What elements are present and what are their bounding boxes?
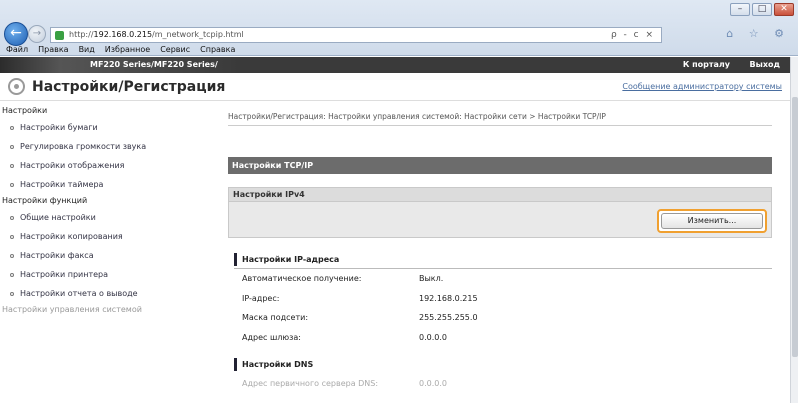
breadcrumb: Настройки/Регистрация: Настройки управле… [228,112,606,121]
address-path: /m_network_tcpip.html [152,30,244,39]
ipv4-title: Настройки IPv4 [229,188,771,202]
scrollbar-thumb[interactable] [792,97,798,357]
edit-button-highlight: Изменить... [657,209,767,233]
back-button[interactable]: ← [4,22,28,46]
menu-edit[interactable]: Правка [38,45,68,54]
browser-toolbar-icons[interactable]: ⌂ ☆ ⚙ [726,27,790,40]
menu-favorites[interactable]: Избранное [105,45,150,54]
sidebar-item-fax[interactable]: Настройки факса [0,246,218,265]
dns-settings-title: Настройки DNS [234,358,772,371]
sidebar: Настройки Настройки бумаги Регулировка г… [0,102,218,403]
sidebar-item-label: Настройки бумаги [20,123,98,132]
section-title: Настройки TCP/IP [228,157,772,174]
setting-value: Выкл. [419,274,444,283]
browser-chrome: – □ ✕ ← → http://192.168.0.215/m_network… [0,0,798,56]
sidebar-item-label: Общие настройки [20,213,96,222]
address-bar[interactable]: http://192.168.0.215/m_network_tcpip.htm… [50,27,662,43]
sidebar-item-label: Регулировка громкости звука [20,142,147,151]
sidebar-item-report[interactable]: Настройки отчета о выводе [0,284,218,303]
sidebar-item-label: Настройки таймера [20,180,104,189]
sidebar-item-label: Настройки отчета о выводе [20,289,138,298]
sidebar-section-settings[interactable]: Настройки [0,104,218,118]
sidebar-item-label: Настройки отображения [20,161,125,170]
close-button[interactable]: ✕ [774,3,794,16]
back-arrow-icon: ← [10,25,22,41]
setting-label: Адрес шлюза: [242,333,301,342]
setting-value: 0.0.0.0 [419,379,447,388]
portal-link[interactable]: К порталу [683,57,730,73]
setting-row-ip: IP-адрес: 192.168.0.215 [242,294,478,303]
bullet-icon [10,144,14,149]
maximize-button[interactable]: □ [752,3,772,16]
ipv4-panel: Настройки IPv4 Изменить... [228,187,772,238]
divider [228,125,772,126]
logout-link[interactable]: Выход [750,57,780,73]
sidebar-item-volume[interactable]: Регулировка громкости звука [0,137,218,156]
window-controls: – □ ✕ [730,3,794,16]
ip-settings-title: Настройки IP-адреса [234,253,772,266]
menu-view[interactable]: Вид [79,45,95,54]
setting-row-auto: Автоматическое получение: Выкл. [242,274,443,283]
menu-help[interactable]: Справка [200,45,235,54]
sidebar-item-printer[interactable]: Настройки принтера [0,265,218,284]
edit-button[interactable]: Изменить... [661,213,763,229]
setting-value: 192.168.0.215 [419,294,478,303]
address-host: 192.168.0.215 [93,30,153,39]
vertical-scrollbar[interactable] [790,57,798,403]
model-name: MF220 Series/MF220 Series/ [0,57,270,73]
setting-row-dns: Адрес первичного сервера DNS: 0.0.0.0 [242,379,447,388]
sidebar-item-label: Настройки факса [20,251,94,260]
menu-file[interactable]: Файл [6,45,28,54]
page-header: Настройки/Регистрация Сообщение админист… [0,73,790,101]
menu-tools[interactable]: Сервис [160,45,190,54]
menu-bar: Файл Правка Вид Избранное Сервис Справка [6,45,235,54]
page-title: Настройки/Регистрация [32,79,226,95]
address-prefix: http:// [69,30,94,39]
bullet-icon [10,272,14,277]
web-page: MF220 Series/MF220 Series/ К порталу Вых… [0,57,790,403]
bullet-icon [10,291,14,296]
setting-label: IP-адрес: [242,294,280,303]
sidebar-item-copy[interactable]: Настройки копирования [0,227,218,246]
address-tools[interactable]: ρ - c × [611,28,655,42]
favicon-icon [55,31,64,40]
setting-row-gateway: Адрес шлюза: 0.0.0.0 [242,333,447,342]
sidebar-item-timer[interactable]: Настройки таймера [0,175,218,194]
sidebar-item-general[interactable]: Общие настройки [0,208,218,227]
sidebar-item-label: Настройки принтера [20,270,109,279]
sidebar-item-display[interactable]: Настройки отображения [0,156,218,175]
top-bar: MF220 Series/MF220 Series/ К порталу Вых… [0,57,790,73]
minimize-button[interactable]: – [730,3,750,16]
setting-value: 255.255.255.0 [419,313,478,322]
gear-icon [8,78,25,95]
setting-label: Маска подсети: [242,313,309,322]
bullet-icon [10,253,14,258]
main-content: Настройки/Регистрация: Настройки управле… [228,102,780,403]
bullet-icon [10,125,14,130]
bullet-icon [10,163,14,168]
sidebar-section-system[interactable]: Настройки управления системой [0,303,218,317]
setting-value: 0.0.0.0 [419,333,447,342]
admin-message-link[interactable]: Сообщение администратору системы [622,82,782,91]
forward-arrow-icon: → [32,28,42,39]
setting-row-mask: Маска подсети: 255.255.255.0 [242,313,478,322]
divider [234,268,772,269]
bullet-icon [10,215,14,220]
setting-label: Адрес первичного сервера DNS: [242,379,379,388]
bullet-icon [10,182,14,187]
sidebar-item-paper[interactable]: Настройки бумаги [0,118,218,137]
setting-label: Автоматическое получение: [242,274,362,283]
bullet-icon [10,234,14,239]
sidebar-section-functions[interactable]: Настройки функций [0,194,218,208]
forward-button[interactable]: → [28,25,46,43]
sidebar-item-label: Настройки копирования [20,232,123,241]
